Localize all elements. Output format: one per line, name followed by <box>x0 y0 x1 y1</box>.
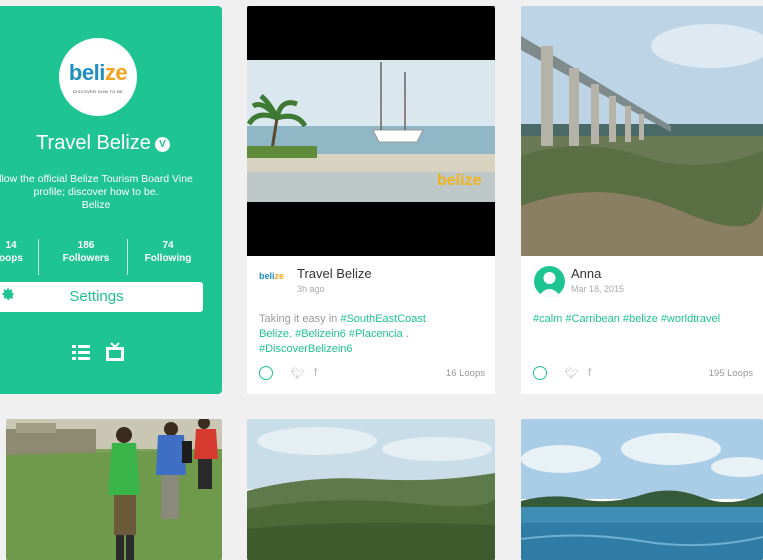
logo-wordmark: belize <box>68 60 128 85</box>
stat-value: 74 <box>162 240 174 251</box>
post-meta: belize Travel Belize 3h ago Taking it ea… <box>247 256 495 394</box>
stat-label: Following <box>144 253 192 264</box>
stat-loops[interactable]: 14 oops <box>0 239 36 265</box>
post-meta: Anna Mar 18, 2015 #calm #Carribean #beli… <box>521 256 763 394</box>
belize-watermark: belize <box>437 172 482 189</box>
author-name[interactable]: Anna <box>571 266 601 281</box>
bio-line: Belize <box>81 199 111 211</box>
hashtag-link[interactable]: #calm <box>533 313 562 325</box>
loop-count: 195 Loops <box>708 368 753 379</box>
facebook-icon[interactable]: f <box>314 367 317 379</box>
view-toggle <box>72 342 134 367</box>
stat-value: 14 <box>5 240 17 251</box>
gear-icon <box>1 282 15 312</box>
tv-view-icon[interactable] <box>105 342 125 367</box>
settings-button[interactable]: Settings <box>0 282 203 312</box>
hashtag-link[interactable]: #DiscoverBelizein6 <box>259 343 353 355</box>
hashtag-link[interactable]: #SouthEastCoast <box>340 313 426 325</box>
hashtag-link[interactable]: #Carribean <box>565 313 619 325</box>
verified-badge-icon: V <box>154 137 170 152</box>
profile-bio: llow the official Belize Tourism Board V… <box>0 173 202 212</box>
post-actions: 🐦︎ f 195 Loops <box>533 366 753 384</box>
hashtag-link[interactable]: #Belizein6 <box>295 328 346 340</box>
post-video-thumbnail[interactable] <box>521 419 763 560</box>
smile-icon[interactable] <box>533 366 547 380</box>
bio-line: llow the official Belize Tourism Board V… <box>0 173 193 185</box>
post-time: Mar 18, 2015 <box>571 284 625 294</box>
loop-count: 16 Loops <box>445 368 485 379</box>
stat-following[interactable]: 74 Following <box>128 239 208 265</box>
hashtag-link[interactable]: #Placencia <box>349 328 403 340</box>
post-actions: 🐦︎ f 16 Loops <box>259 366 485 384</box>
bio-line: profile; discover how to be. <box>33 186 159 198</box>
profile-name-row: Travel Belize V <box>0 132 206 155</box>
post-video-thumbnail[interactable] <box>6 419 222 560</box>
profile-avatar-logo[interactable]: belize DISCOVER HOW TO BE <box>59 38 137 116</box>
post-video-thumbnail[interactable]: belize <box>247 6 495 256</box>
hashtag-link[interactable]: Belize. <box>259 328 292 340</box>
author-avatar-logo[interactable]: belize <box>259 271 289 291</box>
author-avatar[interactable] <box>534 266 565 297</box>
facebook-icon[interactable]: f <box>588 367 591 379</box>
post-caption: #calm #Carribean #belize #worldtravel <box>533 312 753 327</box>
post-card[interactable]: belize belize Travel Belize 3h ago Takin… <box>247 6 495 394</box>
stat-label: Followers <box>62 253 110 264</box>
profile-card: belize DISCOVER HOW TO BE Travel Belize V… <box>0 6 222 394</box>
profile-stats: 14 oops 186 Followers 74 Following <box>0 239 222 275</box>
hashtag-link[interactable]: #worldtravel <box>661 313 720 325</box>
smile-icon[interactable] <box>259 366 273 380</box>
post-card[interactable]: Anna Mar 18, 2015 #calm #Carribean #beli… <box>521 6 763 394</box>
list-view-icon[interactable] <box>72 343 92 366</box>
post-time: 3h ago <box>297 284 325 294</box>
post-card[interactable] <box>521 419 763 560</box>
post-video-thumbnail[interactable] <box>521 6 763 256</box>
logo-tagline: DISCOVER HOW TO BE <box>72 89 124 94</box>
post-caption: Taking it easy in #SouthEastCoast Belize.… <box>259 312 485 357</box>
settings-label: Settings <box>69 288 124 305</box>
author-name[interactable]: Travel Belize <box>297 266 372 281</box>
twitter-icon[interactable]: 🐦︎ <box>565 367 579 380</box>
stat-followers[interactable]: 186 Followers <box>46 239 126 265</box>
profile-name: Travel Belize <box>36 132 151 154</box>
stat-label: oops <box>0 253 23 264</box>
stat-divider <box>38 239 39 275</box>
caption-text: . <box>405 328 409 340</box>
post-video-thumbnail[interactable] <box>247 419 495 560</box>
post-card[interactable] <box>6 419 222 560</box>
stat-value: 186 <box>77 240 95 251</box>
hashtag-link[interactable]: #belize <box>623 313 658 325</box>
caption-text: Taking it easy in <box>259 313 341 325</box>
twitter-icon[interactable]: 🐦︎ <box>291 367 305 380</box>
post-card[interactable] <box>247 419 495 560</box>
